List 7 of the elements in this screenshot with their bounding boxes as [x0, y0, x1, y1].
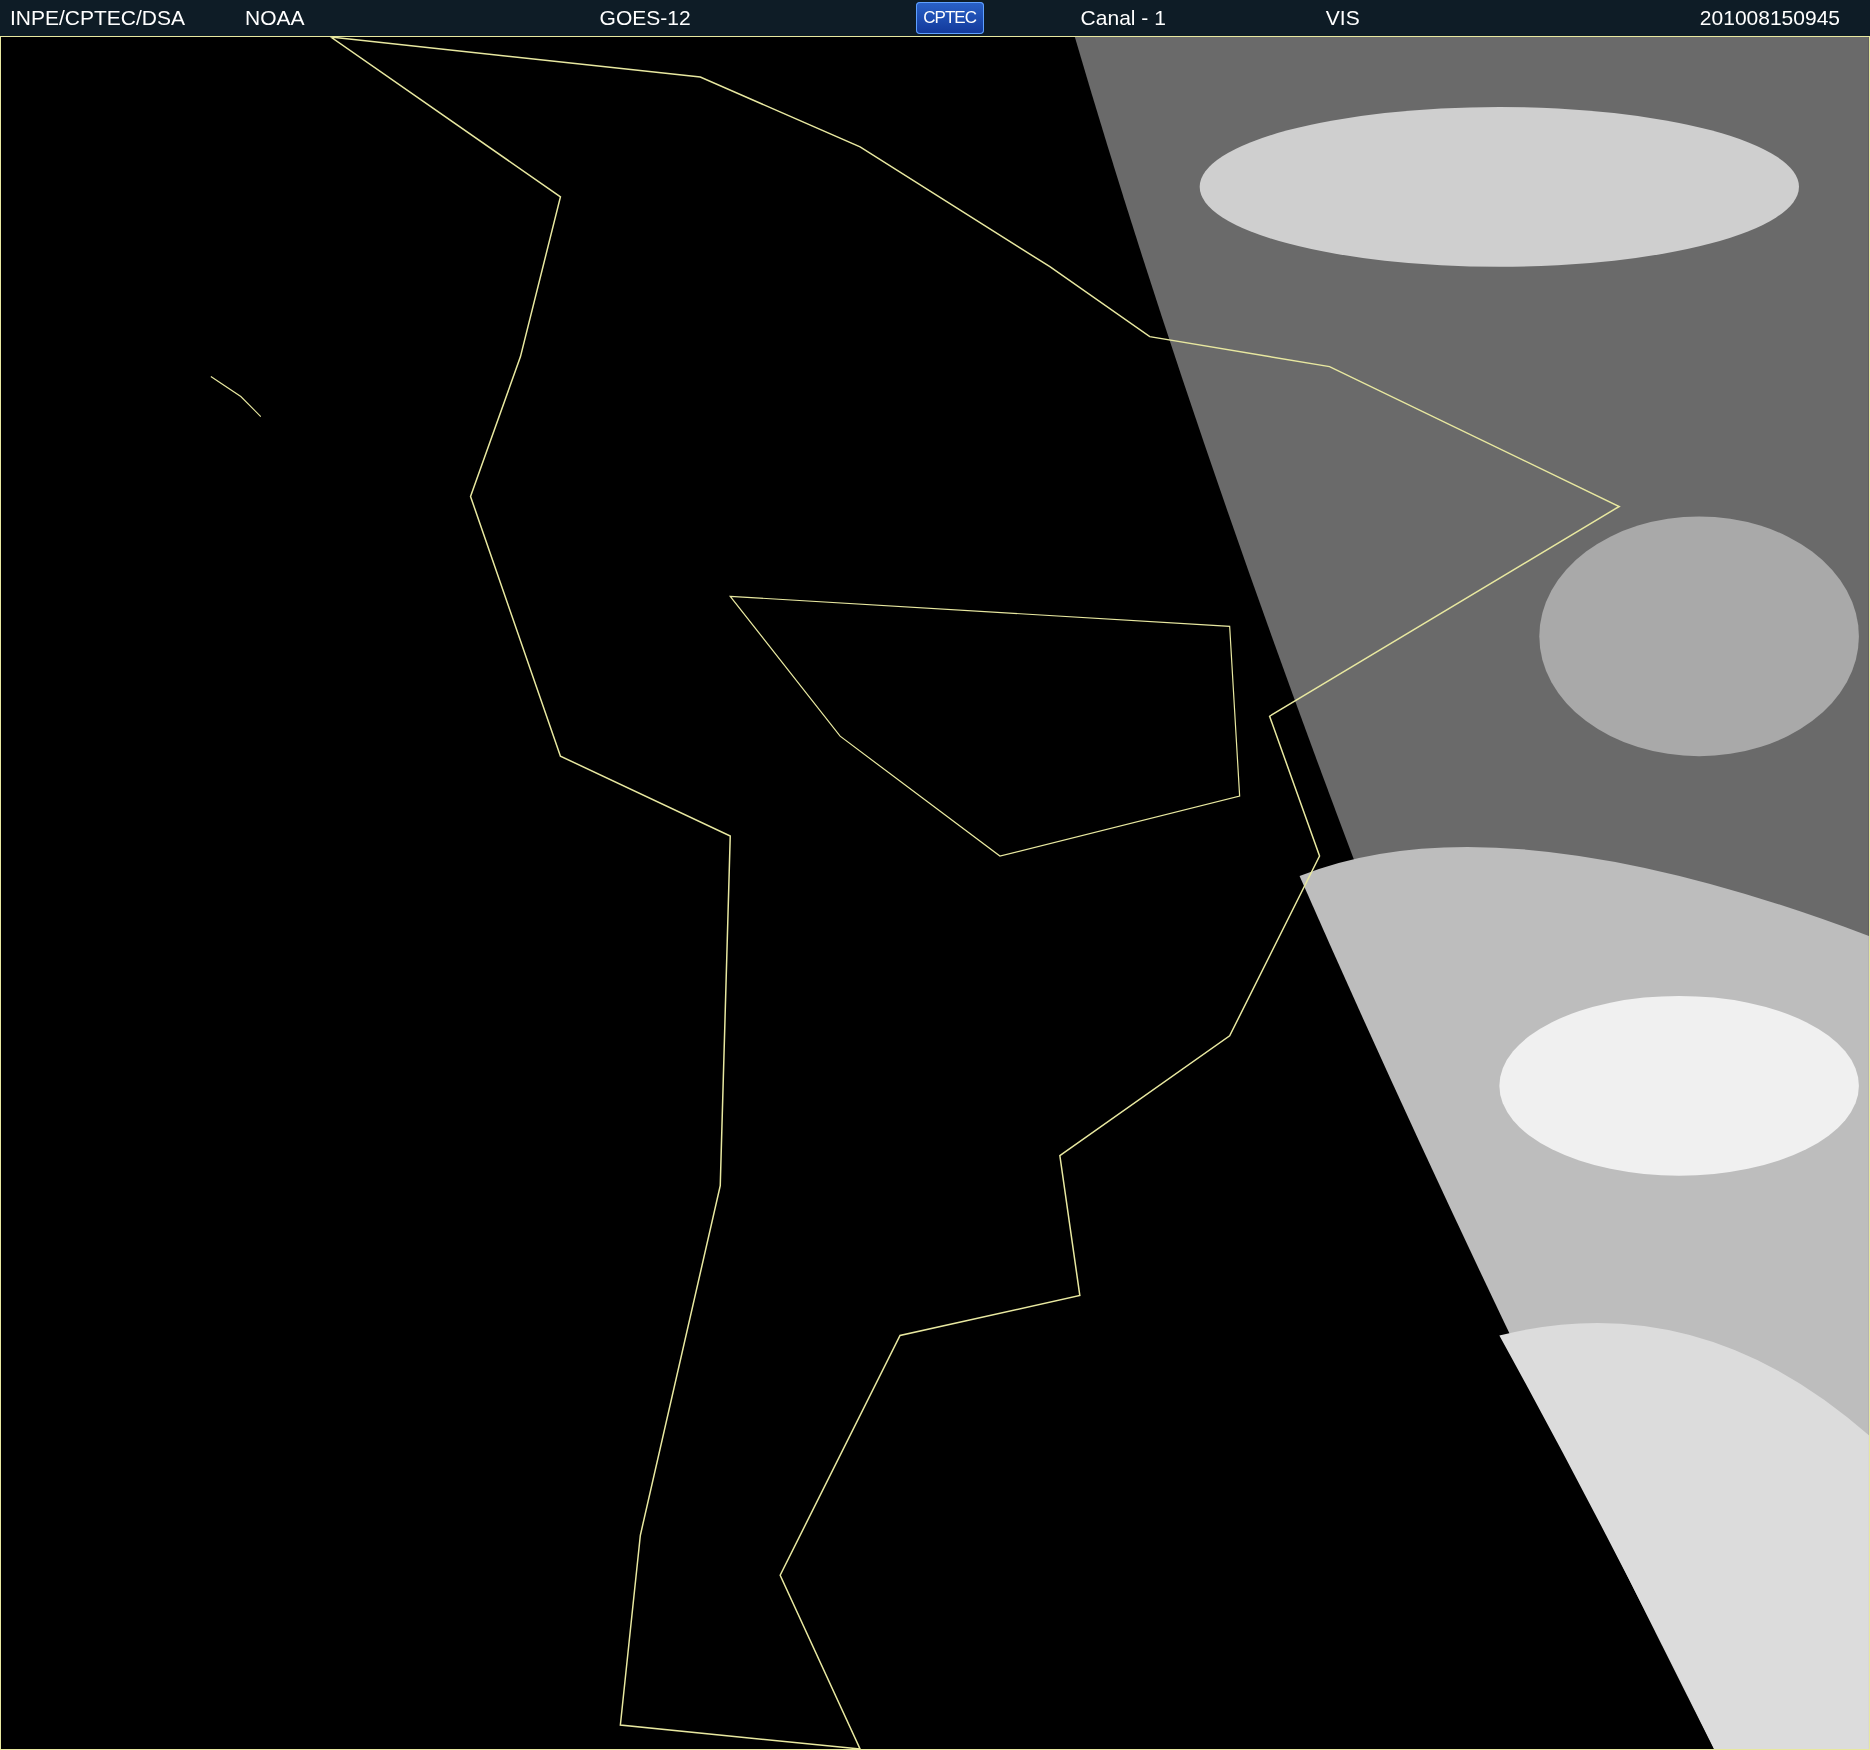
band-label: VIS [1325, 6, 1360, 30]
timestamp-label: 201008150945 [1699, 6, 1840, 30]
channel-label: Canal - 1 [1080, 6, 1166, 30]
satellite-label: GOES-12 [599, 6, 691, 30]
operator-label: NOAA [245, 6, 305, 30]
agency-label: INPE/CPTEC/DSA [10, 6, 186, 30]
logo: CPTEC [915, 2, 984, 34]
